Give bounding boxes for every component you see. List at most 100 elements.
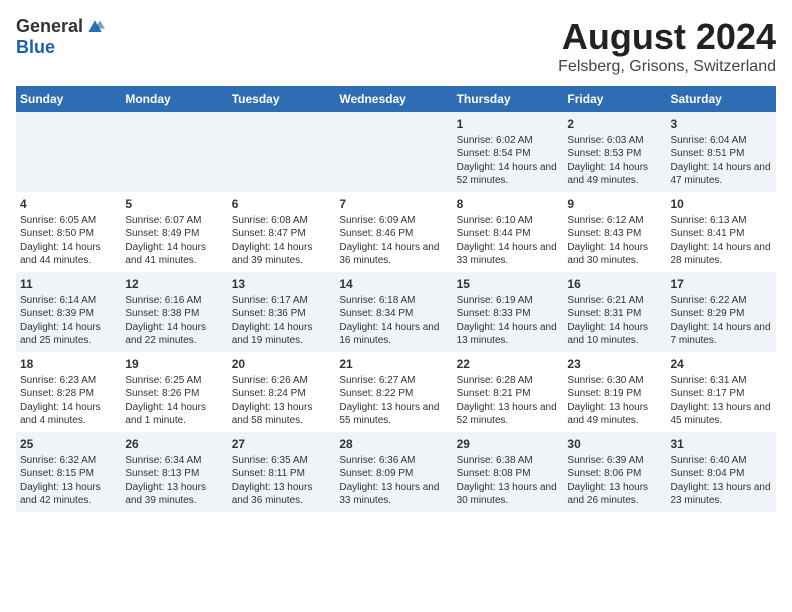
day-cell: 3Sunrise: 6:04 AM Sunset: 8:51 PM Daylig… bbox=[666, 112, 776, 192]
day-number: 7 bbox=[339, 196, 448, 213]
header-saturday: Saturday bbox=[666, 86, 776, 112]
day-info: Sunrise: 6:38 AM Sunset: 8:08 PM Dayligh… bbox=[457, 454, 560, 508]
day-number: 19 bbox=[125, 356, 223, 373]
day-info: Sunrise: 6:16 AM Sunset: 8:38 PM Dayligh… bbox=[125, 294, 223, 348]
header-friday: Friday bbox=[563, 86, 666, 112]
day-info: Sunrise: 6:32 AM Sunset: 8:15 PM Dayligh… bbox=[20, 454, 117, 508]
location-title: Felsberg, Grisons, Switzerland bbox=[558, 58, 776, 76]
day-info: Sunrise: 6:10 AM Sunset: 8:44 PM Dayligh… bbox=[457, 214, 560, 268]
day-number: 6 bbox=[232, 196, 332, 213]
day-info: Sunrise: 6:05 AM Sunset: 8:50 PM Dayligh… bbox=[20, 214, 117, 268]
day-info: Sunrise: 6:03 AM Sunset: 8:53 PM Dayligh… bbox=[567, 134, 662, 188]
day-number: 14 bbox=[339, 276, 448, 293]
day-cell: 24Sunrise: 6:31 AM Sunset: 8:17 PM Dayli… bbox=[666, 352, 776, 432]
day-cell: 18Sunrise: 6:23 AM Sunset: 8:28 PM Dayli… bbox=[16, 352, 121, 432]
day-cell: 31Sunrise: 6:40 AM Sunset: 8:04 PM Dayli… bbox=[666, 432, 776, 512]
day-info: Sunrise: 6:13 AM Sunset: 8:41 PM Dayligh… bbox=[670, 214, 772, 268]
logo-blue-text: Blue bbox=[16, 37, 55, 58]
day-cell: 22Sunrise: 6:28 AM Sunset: 8:21 PM Dayli… bbox=[453, 352, 564, 432]
day-number: 4 bbox=[20, 196, 117, 213]
day-cell: 1Sunrise: 6:02 AM Sunset: 8:54 PM Daylig… bbox=[453, 112, 564, 192]
day-cell: 7Sunrise: 6:09 AM Sunset: 8:46 PM Daylig… bbox=[335, 192, 452, 272]
day-number: 16 bbox=[567, 276, 662, 293]
day-info: Sunrise: 6:04 AM Sunset: 8:51 PM Dayligh… bbox=[670, 134, 772, 188]
day-cell: 4Sunrise: 6:05 AM Sunset: 8:50 PM Daylig… bbox=[16, 192, 121, 272]
day-info: Sunrise: 6:25 AM Sunset: 8:26 PM Dayligh… bbox=[125, 374, 223, 428]
header-monday: Monday bbox=[121, 86, 227, 112]
day-cell bbox=[335, 112, 452, 192]
day-number: 8 bbox=[457, 196, 560, 213]
day-info: Sunrise: 6:22 AM Sunset: 8:29 PM Dayligh… bbox=[670, 294, 772, 348]
day-cell: 29Sunrise: 6:38 AM Sunset: 8:08 PM Dayli… bbox=[453, 432, 564, 512]
day-cell bbox=[121, 112, 227, 192]
day-number: 2 bbox=[567, 116, 662, 133]
day-info: Sunrise: 6:31 AM Sunset: 8:17 PM Dayligh… bbox=[670, 374, 772, 428]
day-number: 1 bbox=[457, 116, 560, 133]
week-row-4: 25Sunrise: 6:32 AM Sunset: 8:15 PM Dayli… bbox=[16, 432, 776, 512]
day-cell: 23Sunrise: 6:30 AM Sunset: 8:19 PM Dayli… bbox=[563, 352, 666, 432]
day-number: 29 bbox=[457, 436, 560, 453]
day-cell: 20Sunrise: 6:26 AM Sunset: 8:24 PM Dayli… bbox=[228, 352, 336, 432]
day-cell: 13Sunrise: 6:17 AM Sunset: 8:36 PM Dayli… bbox=[228, 272, 336, 352]
day-info: Sunrise: 6:39 AM Sunset: 8:06 PM Dayligh… bbox=[567, 454, 662, 508]
day-cell: 9Sunrise: 6:12 AM Sunset: 8:43 PM Daylig… bbox=[563, 192, 666, 272]
week-row-3: 18Sunrise: 6:23 AM Sunset: 8:28 PM Dayli… bbox=[16, 352, 776, 432]
day-info: Sunrise: 6:12 AM Sunset: 8:43 PM Dayligh… bbox=[567, 214, 662, 268]
day-number: 11 bbox=[20, 276, 117, 293]
header-sunday: Sunday bbox=[16, 86, 121, 112]
day-info: Sunrise: 6:35 AM Sunset: 8:11 PM Dayligh… bbox=[232, 454, 332, 508]
day-number: 17 bbox=[670, 276, 772, 293]
day-number: 22 bbox=[457, 356, 560, 373]
day-number: 25 bbox=[20, 436, 117, 453]
day-cell: 6Sunrise: 6:08 AM Sunset: 8:47 PM Daylig… bbox=[228, 192, 336, 272]
day-number: 18 bbox=[20, 356, 117, 373]
day-cell: 17Sunrise: 6:22 AM Sunset: 8:29 PM Dayli… bbox=[666, 272, 776, 352]
header-wednesday: Wednesday bbox=[335, 86, 452, 112]
day-number: 28 bbox=[339, 436, 448, 453]
day-number: 30 bbox=[567, 436, 662, 453]
day-info: Sunrise: 6:07 AM Sunset: 8:49 PM Dayligh… bbox=[125, 214, 223, 268]
header: General Blue August 2024 Felsberg, Griso… bbox=[16, 16, 776, 76]
week-row-2: 11Sunrise: 6:14 AM Sunset: 8:39 PM Dayli… bbox=[16, 272, 776, 352]
day-info: Sunrise: 6:08 AM Sunset: 8:47 PM Dayligh… bbox=[232, 214, 332, 268]
day-cell: 2Sunrise: 6:03 AM Sunset: 8:53 PM Daylig… bbox=[563, 112, 666, 192]
day-cell: 14Sunrise: 6:18 AM Sunset: 8:34 PM Dayli… bbox=[335, 272, 452, 352]
week-row-1: 4Sunrise: 6:05 AM Sunset: 8:50 PM Daylig… bbox=[16, 192, 776, 272]
day-info: Sunrise: 6:18 AM Sunset: 8:34 PM Dayligh… bbox=[339, 294, 448, 348]
day-info: Sunrise: 6:21 AM Sunset: 8:31 PM Dayligh… bbox=[567, 294, 662, 348]
title-area: August 2024 Felsberg, Grisons, Switzerla… bbox=[558, 16, 776, 76]
day-number: 12 bbox=[125, 276, 223, 293]
day-number: 3 bbox=[670, 116, 772, 133]
day-cell bbox=[228, 112, 336, 192]
day-number: 23 bbox=[567, 356, 662, 373]
day-cell: 27Sunrise: 6:35 AM Sunset: 8:11 PM Dayli… bbox=[228, 432, 336, 512]
day-info: Sunrise: 6:17 AM Sunset: 8:36 PM Dayligh… bbox=[232, 294, 332, 348]
day-info: Sunrise: 6:36 AM Sunset: 8:09 PM Dayligh… bbox=[339, 454, 448, 508]
day-number: 27 bbox=[232, 436, 332, 453]
day-number: 15 bbox=[457, 276, 560, 293]
day-cell: 10Sunrise: 6:13 AM Sunset: 8:41 PM Dayli… bbox=[666, 192, 776, 272]
day-info: Sunrise: 6:30 AM Sunset: 8:19 PM Dayligh… bbox=[567, 374, 662, 428]
day-number: 31 bbox=[670, 436, 772, 453]
day-cell: 30Sunrise: 6:39 AM Sunset: 8:06 PM Dayli… bbox=[563, 432, 666, 512]
day-number: 24 bbox=[670, 356, 772, 373]
day-info: Sunrise: 6:23 AM Sunset: 8:28 PM Dayligh… bbox=[20, 374, 117, 428]
day-info: Sunrise: 6:26 AM Sunset: 8:24 PM Dayligh… bbox=[232, 374, 332, 428]
header-tuesday: Tuesday bbox=[228, 86, 336, 112]
logo-icon bbox=[85, 17, 105, 37]
day-cell: 8Sunrise: 6:10 AM Sunset: 8:44 PM Daylig… bbox=[453, 192, 564, 272]
day-cell: 25Sunrise: 6:32 AM Sunset: 8:15 PM Dayli… bbox=[16, 432, 121, 512]
calendar-table: SundayMondayTuesdayWednesdayThursdayFrid… bbox=[16, 86, 776, 512]
day-cell: 15Sunrise: 6:19 AM Sunset: 8:33 PM Dayli… bbox=[453, 272, 564, 352]
day-cell: 21Sunrise: 6:27 AM Sunset: 8:22 PM Dayli… bbox=[335, 352, 452, 432]
day-number: 13 bbox=[232, 276, 332, 293]
logo-general-text: General bbox=[16, 16, 83, 37]
logo: General Blue bbox=[16, 16, 105, 58]
day-number: 21 bbox=[339, 356, 448, 373]
day-cell: 19Sunrise: 6:25 AM Sunset: 8:26 PM Dayli… bbox=[121, 352, 227, 432]
day-number: 5 bbox=[125, 196, 223, 213]
calendar-header-row: SundayMondayTuesdayWednesdayThursdayFrid… bbox=[16, 86, 776, 112]
week-row-0: 1Sunrise: 6:02 AM Sunset: 8:54 PM Daylig… bbox=[16, 112, 776, 192]
day-number: 26 bbox=[125, 436, 223, 453]
day-number: 10 bbox=[670, 196, 772, 213]
